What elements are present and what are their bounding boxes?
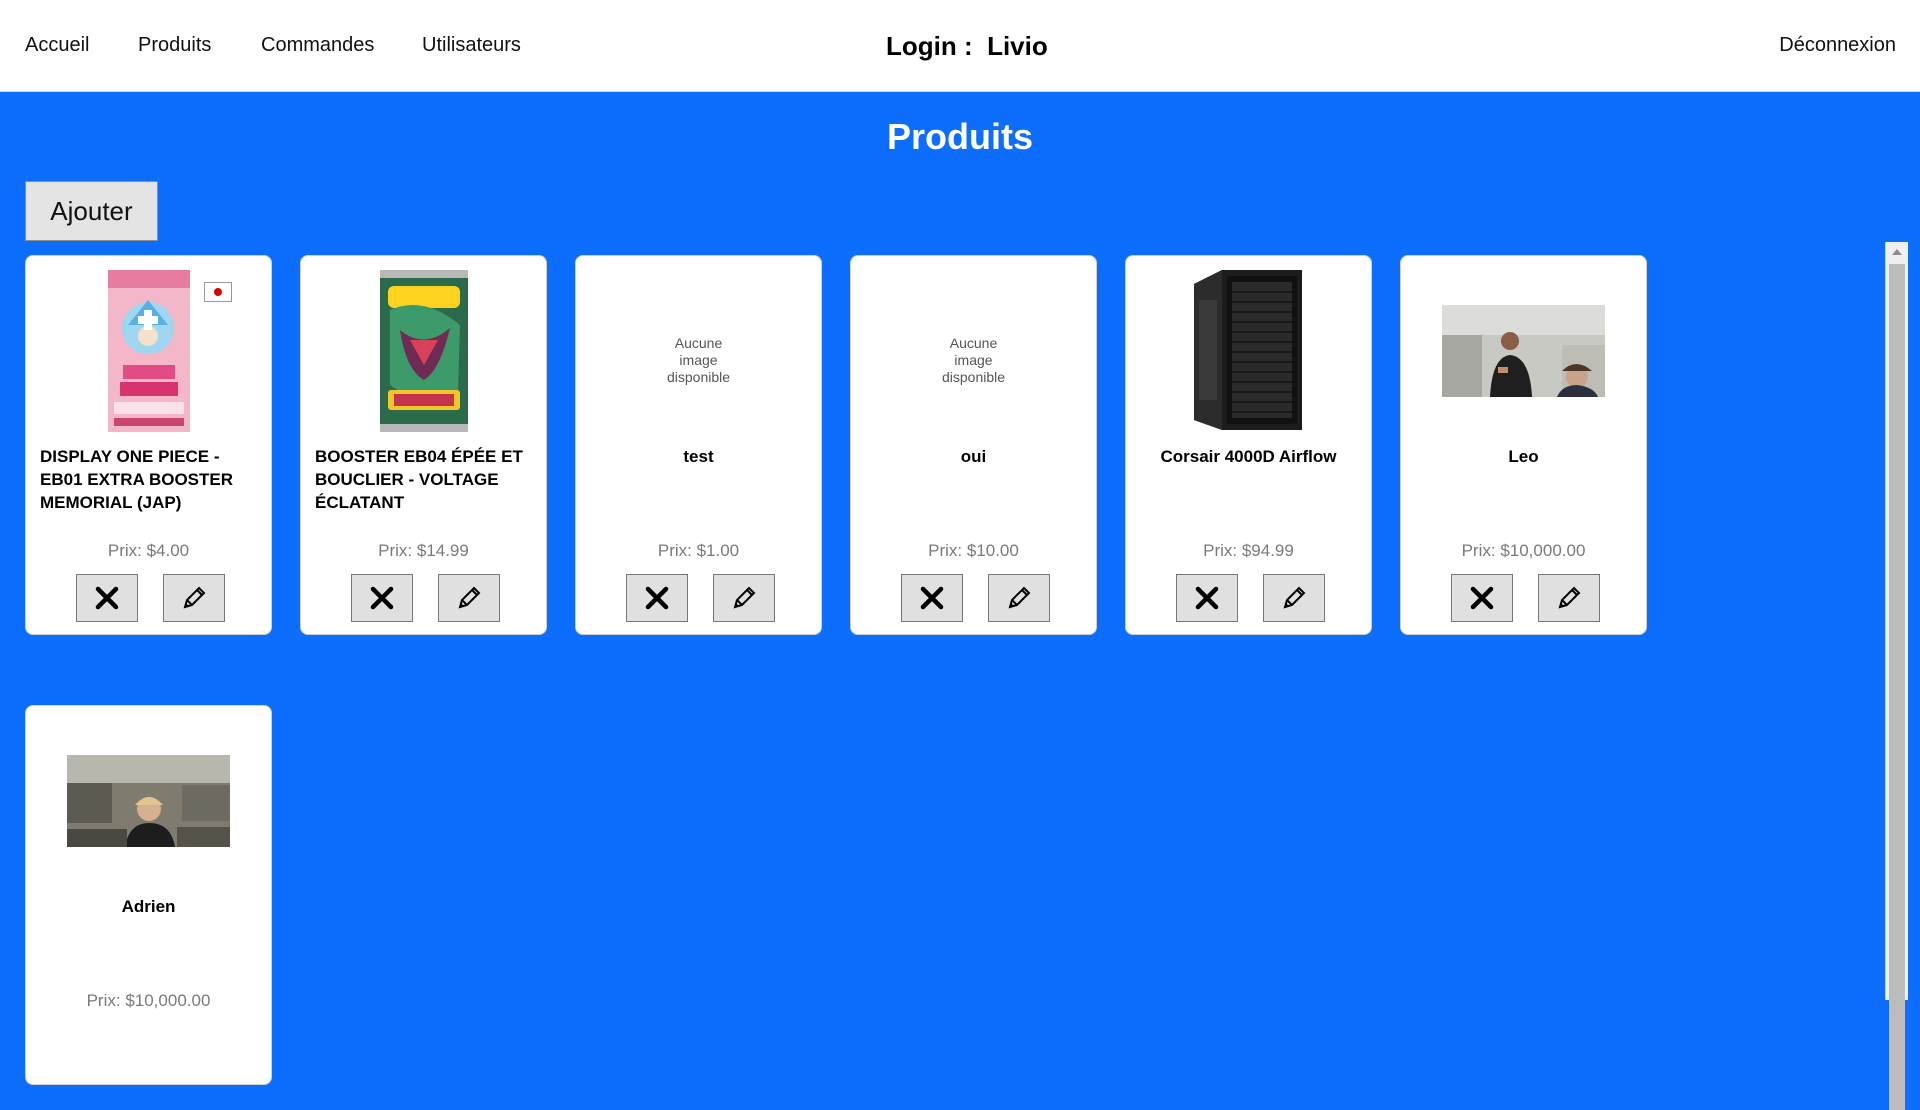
no-image-text: Aucune image disponible	[941, 335, 1006, 385]
product-image	[1401, 268, 1646, 433]
product-image	[301, 268, 546, 433]
product-price: Prix: $4.00	[107, 541, 190, 560]
pencil-icon	[733, 586, 756, 609]
product-name: Leo	[1508, 447, 1539, 466]
close-icon	[370, 586, 394, 610]
product-image	[1126, 268, 1371, 433]
product-price: Prix: $10.00	[928, 541, 1019, 560]
product-price: Prix: $10,000.00	[86, 991, 211, 1010]
product-name: BOOSTER EB04 ÉPÉE ET BOUCLIER - VOLTAGE …	[315, 447, 523, 512]
product-price: Prix: $10,000.00	[1461, 541, 1586, 560]
product-card: Aucune image disponible oui Prix: $10.00	[850, 255, 1097, 635]
close-icon	[920, 586, 944, 610]
logout-link[interactable]: Déconnexion	[1779, 34, 1896, 57]
delete-product-button[interactable]	[76, 574, 138, 622]
page-title: Produits	[886, 116, 1033, 157]
vertical-scrollbar[interactable]	[1885, 242, 1908, 1110]
no-image-text: Aucune image disponible	[666, 335, 731, 385]
product-image-pc-case	[1193, 269, 1302, 430]
scroll-thumb[interactable]	[1889, 264, 1905, 1110]
product-image	[26, 718, 271, 883]
edit-product-button[interactable]	[1538, 574, 1600, 622]
edit-product-button[interactable]	[163, 574, 225, 622]
nav-orders[interactable]: Commandes	[261, 34, 374, 57]
product-image-photo-people	[1442, 304, 1605, 397]
pencil-icon	[183, 586, 206, 609]
scroll-up-arrow-icon[interactable]	[1886, 242, 1908, 262]
product-name: Corsair 4000D Airflow	[1160, 447, 1337, 466]
product-name: DISPLAY ONE PIECE - EB01 EXTRA BOOSTER M…	[40, 447, 234, 512]
product-card: Corsair 4000D Airflow Prix: $94.99	[1125, 255, 1372, 635]
nav-home[interactable]: Accueil	[25, 34, 89, 57]
close-icon	[645, 586, 669, 610]
delete-product-button[interactable]	[1451, 574, 1513, 622]
nav-users[interactable]: Utilisateurs	[422, 34, 521, 57]
login-label: Login : Livio	[886, 31, 1048, 61]
product-price: Prix: $1.00	[657, 541, 740, 560]
product-image-photo-person	[67, 754, 230, 847]
delete-product-button[interactable]	[901, 574, 963, 622]
pencil-icon	[1558, 586, 1581, 609]
product-card: Aucune image disponible test Prix: $1.00	[575, 255, 822, 635]
product-name: oui	[960, 447, 987, 466]
delete-product-button[interactable]	[351, 574, 413, 622]
product-card: BOOSTER EB04 ÉPÉE ET BOUCLIER - VOLTAGE …	[300, 255, 547, 635]
product-name: test	[683, 447, 714, 466]
product-card: Adrien Prix: $10,000.00	[25, 705, 272, 1085]
product-price: Prix: $94.99	[1203, 541, 1294, 560]
product-card: DISPLAY ONE PIECE - EB01 EXTRA BOOSTER M…	[25, 255, 272, 635]
product-price: Prix: $14.99	[378, 541, 469, 560]
product-image-placeholder: Aucune image disponible	[851, 268, 1096, 433]
product-card: Leo Prix: $10,000.00	[1400, 255, 1647, 635]
product-name: Adrien	[121, 897, 176, 916]
delete-product-button[interactable]	[626, 574, 688, 622]
top-navbar: Accueil Produits Commandes Utilisateurs …	[0, 0, 1920, 92]
product-image-placeholder: Aucune image disponible	[576, 268, 821, 433]
pencil-icon	[458, 586, 481, 609]
nav-products[interactable]: Produits	[138, 34, 211, 57]
edit-product-button[interactable]	[713, 574, 775, 622]
close-icon	[1470, 586, 1494, 610]
add-product-button[interactable]: Ajouter	[25, 181, 158, 241]
edit-product-button[interactable]	[438, 574, 500, 622]
delete-product-button[interactable]	[1176, 574, 1238, 622]
edit-product-button[interactable]	[988, 574, 1050, 622]
japan-flag-icon	[204, 282, 232, 302]
pencil-icon	[1008, 586, 1031, 609]
pencil-icon	[1283, 586, 1306, 609]
close-icon	[95, 586, 119, 610]
product-image-one-piece	[107, 269, 190, 432]
product-image-pokemon-booster	[379, 269, 468, 432]
close-icon	[1195, 586, 1219, 610]
edit-product-button[interactable]	[1263, 574, 1325, 622]
product-image	[26, 268, 271, 433]
